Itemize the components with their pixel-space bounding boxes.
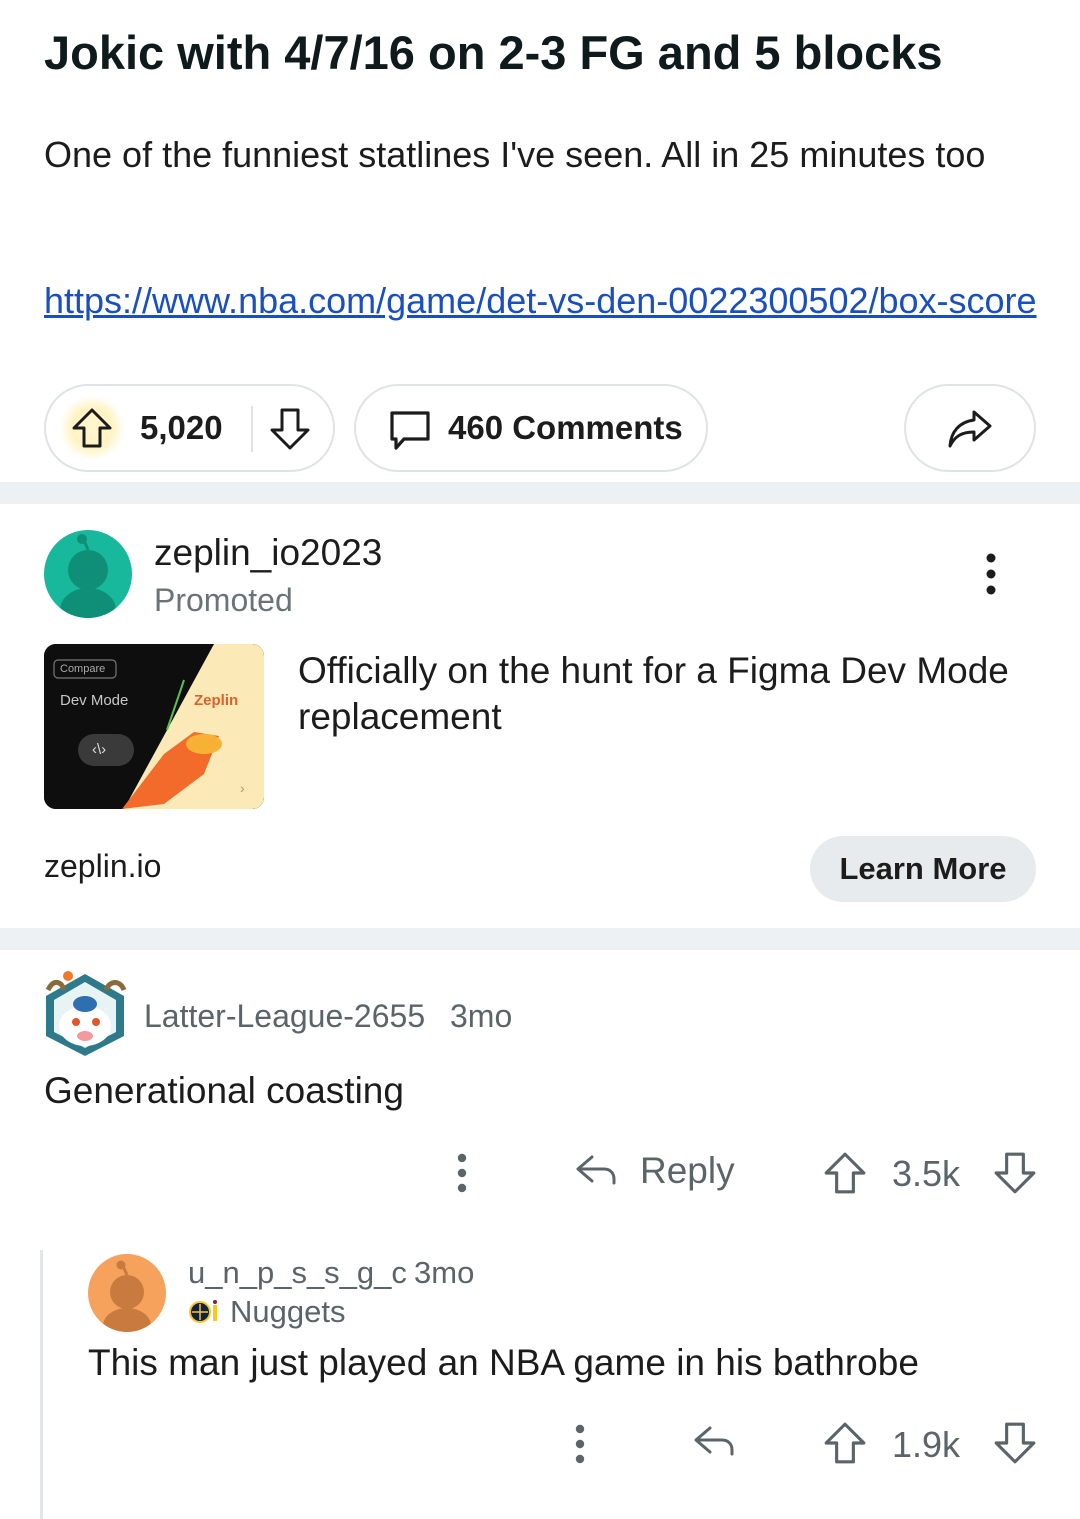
advertiser-username[interactable]: zeplin_io2023 <box>154 532 382 574</box>
upvote-button[interactable] <box>60 396 124 460</box>
thumb-compare-tag: Compare <box>60 663 106 675</box>
vertical-dots-icon <box>986 553 996 595</box>
comment-username[interactable]: Latter-League-2655 <box>144 998 425 1035</box>
post-vote-bar: 5,020 <box>44 384 335 472</box>
comment-score: 3.5k <box>892 1153 961 1194</box>
comment-downvote-button[interactable] <box>992 1420 1038 1471</box>
comment-body: Generational coasting <box>44 1070 404 1111</box>
share-button[interactable] <box>904 384 1036 472</box>
share-arrow-icon <box>948 410 992 448</box>
vertical-dots-icon <box>457 1153 467 1193</box>
comment-username[interactable]: u_n_p_s_s_g_c <box>188 1255 407 1291</box>
moose-avatar-icon <box>45 971 127 1056</box>
nuggets-logo-icon <box>189 1300 217 1323</box>
post-vote-count: 5,020 <box>140 409 223 446</box>
comment-overflow-menu[interactable] <box>456 1153 468 1193</box>
vote-separator <box>251 406 253 452</box>
arrow-down-outline-icon <box>270 408 310 450</box>
post-body: One of the funniest statlines I've seen.… <box>44 134 986 175</box>
reply-label: Reply <box>640 1150 735 1191</box>
section-divider <box>0 482 1080 504</box>
comment-upvote-button[interactable] <box>822 1150 868 1201</box>
arrow-down-outline-icon <box>994 1152 1036 1194</box>
reply-button[interactable]: Reply <box>574 1150 735 1192</box>
comment-overflow-menu[interactable] <box>574 1424 586 1464</box>
advertiser-avatar[interactable] <box>44 530 132 618</box>
flair-label: Nuggets <box>230 1294 346 1329</box>
snoo-avatar-icon <box>103 1260 151 1332</box>
learn-more-button[interactable]: Learn More <box>810 836 1036 902</box>
downvote-button[interactable] <box>268 404 312 457</box>
section-divider <box>0 928 1080 950</box>
vertical-dots-icon <box>575 1424 585 1464</box>
post-title: Jokic with 4/7/16 on 2-3 FG and 5 blocks <box>44 26 943 79</box>
reply-arrow-icon <box>694 1426 734 1456</box>
code-icon: ‹\› <box>92 741 107 758</box>
reply-button[interactable] <box>692 1422 736 1467</box>
commenter-avatar[interactable] <box>88 1254 166 1332</box>
post-link[interactable]: https://www.nba.com/game/det-vs-den-0022… <box>44 278 1044 324</box>
arrow-up-outline-icon <box>72 408 112 448</box>
commenter-avatar[interactable] <box>40 968 130 1058</box>
comments-count-label: 460 Comments <box>448 409 683 446</box>
comment-timestamp: 3mo <box>414 1255 475 1290</box>
thumb-left-text: Dev Mode <box>60 692 129 709</box>
ad-headline[interactable]: Officially on the hunt for a Figma Dev M… <box>298 648 1038 740</box>
ad-thumbnail[interactable]: Compare Dev Mode Zeplin ‹\› › <box>44 644 264 809</box>
chevron-right-icon: › <box>240 780 245 796</box>
arrow-up-outline-icon <box>824 1422 866 1464</box>
comment-timestamp: 3mo <box>450 998 513 1034</box>
comment-score: 1.9k <box>892 1424 961 1465</box>
reply-arrow-icon <box>576 1155 616 1185</box>
ad-domain[interactable]: zeplin.io <box>44 848 161 885</box>
thumb-right-text: Zeplin <box>194 692 239 709</box>
ad-overflow-menu[interactable] <box>976 552 1006 596</box>
arrow-up-outline-icon <box>824 1152 866 1194</box>
comment-downvote-button[interactable] <box>992 1150 1038 1201</box>
comment-body: This man just played an NBA game in his … <box>88 1342 919 1383</box>
comments-button[interactable]: 460 Comments <box>354 384 708 472</box>
speech-bubble-icon <box>390 411 430 450</box>
promoted-label: Promoted <box>154 582 293 618</box>
comment-upvote-button[interactable] <box>822 1420 868 1471</box>
arrow-down-outline-icon <box>994 1422 1036 1464</box>
user-flair: Nuggets <box>188 1294 345 1330</box>
snoo-avatar-icon <box>60 534 116 618</box>
thread-line[interactable] <box>40 1250 43 1519</box>
